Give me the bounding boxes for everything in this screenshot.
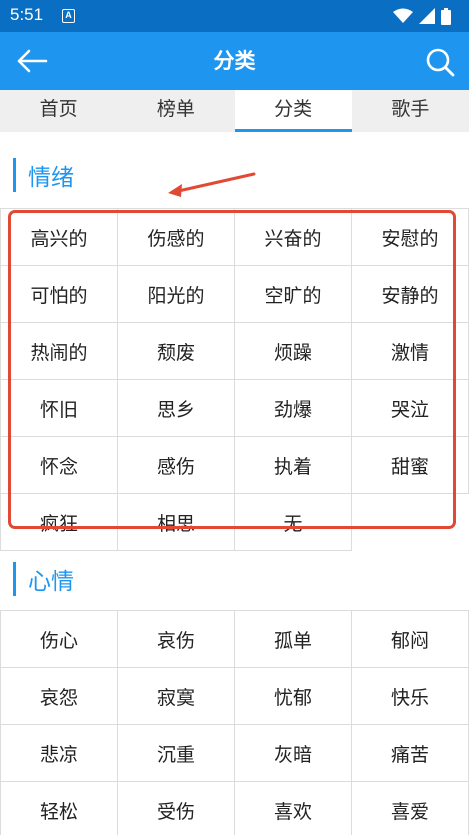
category-item[interactable]: 疯狂 [1, 494, 118, 551]
category-item[interactable]: 思乡 [118, 380, 235, 437]
search-icon [426, 48, 455, 77]
category-grid-mood: 伤心 哀伤 孤单 郁闷哀怨 寂寞 忧郁 快乐悲凉 沉重 灰暗 痛苦轻松 受伤 喜欢 喜爱 [0, 610, 469, 835]
category-item[interactable]: 阳光的 [118, 266, 235, 323]
status-bar: 5:51 A [0, 0, 469, 32]
wifi-icon [393, 8, 413, 23]
annotation-arrow-icon [168, 172, 256, 197]
category-item[interactable]: 快乐 [352, 668, 469, 725]
section-header-emotion: 情绪 [13, 158, 74, 192]
category-item[interactable]: 相思 [118, 494, 235, 551]
category-item[interactable]: 安静的 [352, 266, 469, 323]
tab-bar: 首页 榜单 分类 歌手 [0, 90, 469, 132]
category-item[interactable]: 灰暗 [235, 725, 352, 782]
category-item[interactable]: 无 [235, 494, 352, 551]
tab-home[interactable]: 首页 [0, 90, 117, 132]
section-title: 心情 [28, 569, 74, 595]
category-item[interactable]: 郁闷 [352, 611, 469, 668]
section-title: 情绪 [28, 165, 74, 191]
back-button[interactable] [14, 45, 50, 77]
category-item[interactable]: 孤单 [235, 611, 352, 668]
app-bar: 分类 [0, 32, 469, 90]
category-item[interactable]: 沉重 [118, 725, 235, 782]
category-item[interactable]: 烦躁 [235, 323, 352, 380]
section-accent-bar [13, 158, 16, 192]
category-item[interactable]: 忧郁 [235, 668, 352, 725]
category-item[interactable]: 喜爱 [352, 782, 469, 835]
category-item[interactable]: 哀伤 [118, 611, 235, 668]
category-item[interactable]: 悲凉 [1, 725, 118, 782]
category-item[interactable]: 可怕的 [1, 266, 118, 323]
page-title: 分类 [213, 49, 256, 73]
category-item[interactable]: 甜蜜 [352, 437, 469, 494]
tab-singer[interactable]: 歌手 [352, 90, 469, 132]
category-item[interactable]: 执着 [235, 437, 352, 494]
category-item[interactable]: 兴奋的 [235, 209, 352, 266]
category-item[interactable]: 轻松 [1, 782, 118, 835]
category-item[interactable]: 哀怨 [1, 668, 118, 725]
category-item[interactable]: 受伤 [118, 782, 235, 835]
category-item[interactable]: 高兴的 [1, 209, 118, 266]
category-item[interactable]: 颓废 [118, 323, 235, 380]
category-item[interactable]: 激情 [352, 323, 469, 380]
status-time: 5:51 [10, 5, 44, 24]
category-item[interactable]: 寂寞 [118, 668, 235, 725]
battery-icon [441, 7, 451, 25]
arrow-left-icon [17, 49, 48, 73]
signal-icon [419, 8, 435, 24]
category-item[interactable]: 喜欢 [235, 782, 352, 835]
category-item[interactable]: 怀旧 [1, 380, 118, 437]
status-icons [393, 7, 451, 25]
category-item[interactable]: 伤心 [1, 611, 118, 668]
search-button[interactable] [423, 45, 457, 79]
section-accent-bar [13, 562, 16, 596]
category-item[interactable]: 安慰的 [352, 209, 469, 266]
category-item[interactable]: 痛苦 [352, 725, 469, 782]
tab-category[interactable]: 分类 [234, 90, 353, 132]
section-header-mood: 心情 [13, 562, 74, 596]
category-item[interactable]: 哭泣 [352, 380, 469, 437]
category-grid-emotion: 高兴的 伤感的 兴奋的 安慰的可怕的 阳光的 空旷的 安静的热闹的 颓废 烦躁 激情怀旧 思乡 劲爆哭… [0, 208, 469, 551]
category-item[interactable]: 劲爆 [235, 380, 352, 437]
category-item[interactable]: 伤感的 [118, 209, 235, 266]
category-item[interactable]: 感伤 [118, 437, 235, 494]
tab-charts[interactable]: 榜单 [117, 90, 234, 132]
category-item[interactable]: 热闹的 [1, 323, 118, 380]
category-item[interactable]: 空旷的 [235, 266, 352, 323]
category-item[interactable]: 怀念 [1, 437, 118, 494]
notification-a-icon: A [62, 9, 75, 23]
